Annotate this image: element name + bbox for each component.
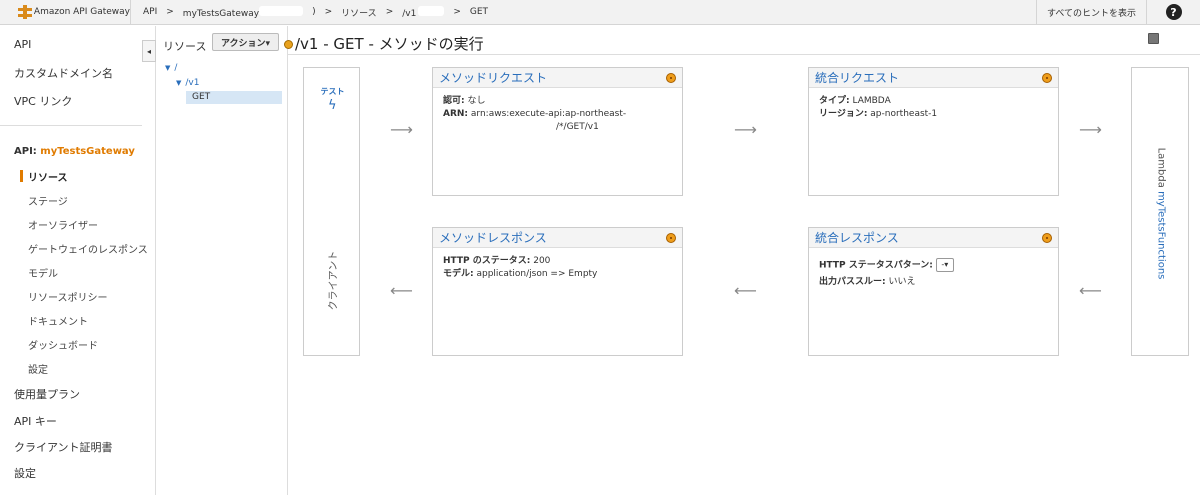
integration-request-card: 統合リクエスト タイプ: LAMBDA リージョン: ap-northeast-… <box>808 67 1059 196</box>
nav-item-authorizers[interactable]: オーソライザー <box>28 217 98 232</box>
page-title: /v1 - GET - メソッドの実行 <box>295 35 484 53</box>
nav-item-documentation[interactable]: ドキュメント <box>28 313 88 328</box>
method-request-card: メソッドリクエスト 認可: なし ARN: arn:aws:execute-ap… <box>432 67 683 196</box>
collapse-nav-button[interactable]: ◂ <box>142 40 156 62</box>
crumb-sep: > <box>324 7 333 17</box>
nav-item-stages[interactable]: ステージ <box>28 193 68 208</box>
tree-item-v1[interactable]: ▼/v1 <box>176 78 199 88</box>
nav-item-resource-policy[interactable]: リソースポリシー <box>28 289 108 304</box>
nav-item-models[interactable]: モデル <box>28 265 58 280</box>
lambda-label: Lambda myTestsFunctions <box>1155 147 1167 280</box>
method-response-card: メソッドレスポンス HTTP のステータス: 200 モデル: applicat… <box>432 227 683 356</box>
nav-item-gateway-responses[interactable]: ゲートウェイのレスポンス <box>28 241 148 256</box>
breadcrumb: API > myTestsGateway ) > リソース > /v1 > GE… <box>131 5 1036 19</box>
crumb-sep: > <box>385 7 394 17</box>
tree-item-root[interactable]: ▼ / <box>165 63 177 73</box>
nav-item-client-certificates[interactable]: クライアント証明書 <box>14 439 113 455</box>
crumb-resources[interactable]: リソース <box>341 6 377 19</box>
nav-api-name[interactable]: myTestsGateway <box>40 146 135 157</box>
expand-caret-icon[interactable]: ▼ <box>165 64 170 72</box>
nav-divider <box>0 125 142 126</box>
region-row: リージョン: ap-northeast-1 <box>819 109 938 119</box>
integration-request-title[interactable]: 統合リクエスト <box>815 69 899 86</box>
service-home-link[interactable]: Amazon API Gateway <box>0 0 131 24</box>
redacted-area <box>259 5 304 16</box>
integration-response-title[interactable]: 統合レスポンス <box>815 229 899 246</box>
crumb-get[interactable]: GET <box>470 7 488 17</box>
resource-tree-panel: リソース アクション▾ ▼ / ▼/v1 GET <box>157 26 288 495</box>
info-dot-icon <box>666 232 676 243</box>
status-dot-icon <box>284 40 293 49</box>
test-link[interactable]: テスト <box>304 86 361 97</box>
nav-item-api[interactable]: API <box>14 38 31 51</box>
resource-tree-title: リソース <box>163 40 207 53</box>
lambda-function-link[interactable]: myTestsFunctions <box>1156 191 1167 279</box>
title-divider <box>288 54 1200 55</box>
crumb-v1[interactable]: /v1 <box>402 5 453 19</box>
status-pattern-select[interactable]: -▾ <box>935 258 954 272</box>
arrow-right-icon: ⟶ <box>734 120 757 139</box>
nav-item-api-keys[interactable]: API キー <box>14 413 57 429</box>
info-dot-icon <box>1042 72 1052 83</box>
nav-item-vpc-link[interactable]: VPC リンク <box>14 93 72 109</box>
show-all-hints-button[interactable]: すべてのヒントを表示 <box>1035 0 1146 24</box>
nav-item-usage-plans[interactable]: 使用量プラン <box>14 386 80 402</box>
api-gateway-logo-icon <box>18 5 32 19</box>
client-panel: テスト ϟ クライアント <box>303 67 360 356</box>
crumb-paren: ) <box>312 7 316 17</box>
auth-row: 認可: なし <box>443 96 486 106</box>
lambda-panel: Lambda myTestsFunctions <box>1131 67 1189 356</box>
type-row: タイプ: LAMBDA <box>819 96 891 106</box>
help-icon: ? <box>1165 4 1182 20</box>
nav-item-resources[interactable]: リソース <box>28 169 68 184</box>
service-name: Amazon API Gateway <box>33 7 130 17</box>
arn-row-continued: /*/GET/v1 <box>556 122 599 132</box>
actions-dropdown-button[interactable]: アクション▾ <box>212 33 279 51</box>
arrow-left-icon: ⟵ <box>1079 281 1102 300</box>
status-pattern-row: HTTP ステータスパターン: -▾ <box>819 258 1048 273</box>
left-navigation: API カスタムドメイン名 VPC リンク API: myTestsGatewa… <box>0 26 156 495</box>
arrow-left-icon: ⟵ <box>390 281 413 300</box>
nav-item-settings[interactable]: 設定 <box>14 465 36 481</box>
crumb-sep: > <box>166 7 174 17</box>
arrow-right-icon: ⟶ <box>1079 120 1102 139</box>
http-status-row: HTTP のステータス: 200 <box>443 256 551 266</box>
arrow-left-icon: ⟵ <box>734 281 757 300</box>
lightning-bolt-icon[interactable]: ϟ <box>328 98 337 113</box>
top-bar: Amazon API Gateway API > myTestsGateway … <box>0 0 1200 25</box>
crumb-sep: > <box>453 7 461 17</box>
nav-api-heading: API: myTestsGateway <box>14 146 135 157</box>
nav-item-api-settings[interactable]: 設定 <box>28 361 48 376</box>
crumb-api[interactable]: API <box>143 7 157 17</box>
model-row: モデル: application/json => Empty <box>443 269 598 279</box>
arrow-right-icon: ⟶ <box>390 120 413 139</box>
nav-item-custom-domain[interactable]: カスタムドメイン名 <box>14 65 113 81</box>
passthrough-row: 出力パススルー: いいえ <box>819 276 916 287</box>
help-button[interactable]: ? <box>1146 0 1200 24</box>
method-request-title[interactable]: メソッドリクエスト <box>439 69 547 86</box>
client-label: クライアント <box>328 250 340 311</box>
arn-row: ARN: arn:aws:execute-api:ap-northeast- <box>443 109 627 119</box>
redacted-area <box>418 5 445 16</box>
method-response-title[interactable]: メソッドレスポンス <box>439 229 547 246</box>
active-indicator <box>20 170 23 182</box>
crumb-api-name[interactable]: myTestsGateway <box>183 5 312 19</box>
info-dot-icon <box>666 72 676 83</box>
integration-response-card: 統合レスポンス HTTP ステータスパターン: -▾ 出力パススルー: いいえ <box>808 227 1059 356</box>
nav-item-dashboard[interactable]: ダッシュボード <box>28 337 98 352</box>
tree-item-get[interactable]: GET <box>186 91 282 104</box>
book-icon[interactable] <box>1148 33 1159 44</box>
expand-caret-icon[interactable]: ▼ <box>176 79 181 87</box>
info-dot-icon <box>1042 232 1052 243</box>
